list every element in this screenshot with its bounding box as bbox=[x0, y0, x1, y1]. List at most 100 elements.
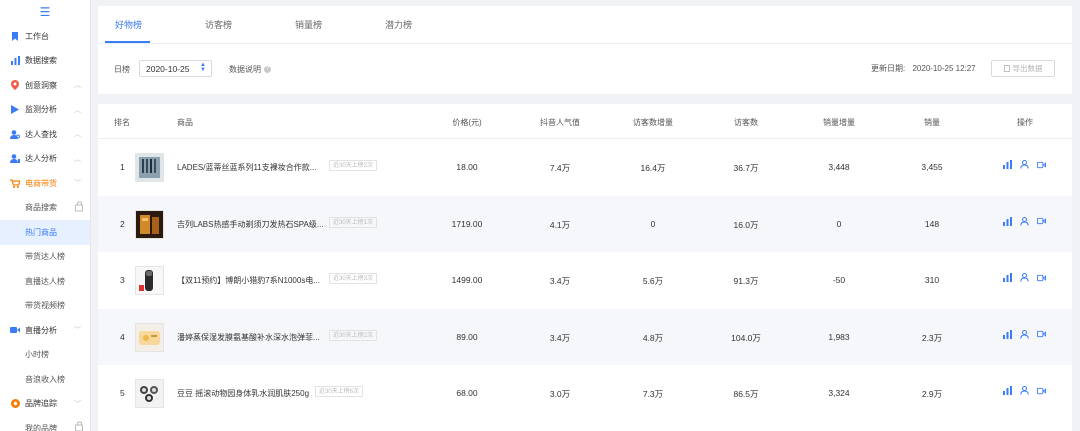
sidebar-item-7[interactable]: 商品搜索 bbox=[0, 196, 90, 221]
visitor-increase-cell: 0 bbox=[650, 218, 656, 229]
table-row[interactable]: 3 【双11预约】博朗小猎豹7系N1000s电... 近30天上榜3次 1499.00… bbox=[98, 252, 1072, 308]
sidebar-item-11[interactable]: 带货视频榜 bbox=[0, 294, 90, 319]
export-button[interactable]: 导出数据 bbox=[991, 60, 1055, 77]
user-icon[interactable] bbox=[1020, 216, 1029, 226]
user-analysis-icon bbox=[10, 154, 20, 164]
lock-icon bbox=[75, 421, 83, 431]
brand-icon bbox=[10, 399, 20, 409]
date-value: 2020-10-25 bbox=[146, 63, 190, 74]
sidebar-item-2[interactable]: 创意洞察 ︿ bbox=[0, 73, 90, 98]
sidebar-item-16[interactable]: 我的品牌 bbox=[0, 416, 90, 431]
sidebar-item-9[interactable]: 带货达人榜 bbox=[0, 245, 90, 270]
tab-visitors[interactable]: 访客榜 bbox=[205, 18, 232, 31]
header-popularity: 抖音人气值 bbox=[540, 118, 580, 127]
help-icon[interactable]: ? bbox=[264, 65, 271, 73]
sales-increase-cell: 3,448 bbox=[828, 162, 850, 172]
sidebar-item-label: 达人查找 bbox=[25, 129, 57, 139]
user-icon[interactable] bbox=[1020, 273, 1029, 282]
ranking-count-badge: 近30天上榜3次 bbox=[329, 273, 378, 284]
video-icon[interactable] bbox=[1037, 330, 1046, 339]
ranking-count-badge: 近30天上榜1次 bbox=[329, 216, 378, 228]
table-header: 排名 商品 价格(元) 抖音人气值 访客数增量 访客数 销量增量 销量 操作 bbox=[98, 104, 1072, 139]
product-name[interactable]: 豆豆 摇滚动物园身体乳水润肌肤250g bbox=[177, 388, 309, 399]
table-row[interactable]: 1 LADES/蓝蒂丝蓝系列11支裸妆合作款... 近30天上榜2次 18.00 7.4… bbox=[98, 139, 1072, 195]
data-description[interactable]: 数据说明 ? bbox=[229, 60, 271, 78]
stepper-icon[interactable]: ▲ ▼ bbox=[200, 62, 206, 73]
video-icon[interactable] bbox=[1037, 386, 1046, 395]
sidebar-item-8[interactable]: 热门商品 bbox=[0, 220, 90, 245]
sidebar-item-label: 音浪收入榜 bbox=[25, 374, 65, 384]
header-sales-increase: 销量增量 bbox=[823, 118, 855, 127]
sidebar-item-13[interactable]: 小时榜 bbox=[0, 343, 90, 368]
sales-increase-cell: -50 bbox=[832, 275, 846, 285]
product-name[interactable]: 【双11预约】博朗小猎豹7系N1000s电... bbox=[177, 275, 320, 286]
product-thumbnail[interactable] bbox=[135, 266, 164, 295]
sidebar-item-label: 电商带货 bbox=[25, 178, 57, 188]
video-icon[interactable] bbox=[1037, 273, 1046, 282]
visitor-increase-cell: 5.6万 bbox=[642, 276, 664, 286]
price-cell: 1719.00 bbox=[451, 218, 483, 229]
product-thumbnail[interactable] bbox=[135, 379, 164, 408]
sidebar-item-10[interactable]: 直播达人榜 bbox=[0, 269, 90, 294]
visitors-cell: 16.0万 bbox=[733, 219, 759, 230]
sidebar-item-label: 热门商品 bbox=[25, 227, 57, 237]
price-cell: 89.00 bbox=[456, 331, 478, 342]
bar-chart-icon[interactable] bbox=[1003, 386, 1012, 395]
user-icon[interactable] bbox=[1020, 160, 1029, 169]
table-row[interactable]: 2 吉列LABS热感手动剃须刀发热石SPA级... 近30天上榜1次 1719.00 4… bbox=[98, 195, 1072, 252]
sales-cell: 2.3万 bbox=[921, 332, 943, 343]
sales-cell: 3,455 bbox=[921, 162, 943, 172]
bar-chart-icon[interactable] bbox=[1003, 160, 1012, 169]
location-pin-icon bbox=[10, 80, 20, 91]
row-actions bbox=[1003, 216, 1046, 226]
sidebar-item-5[interactable]: 达人分析 ︿ bbox=[0, 147, 90, 172]
bar-chart-icon[interactable] bbox=[1003, 273, 1012, 282]
table-row[interactable]: 5 豆豆 摇滚动物园身体乳水润肌肤250g 近30天上榜6次 68.00 3.0万 7.3… bbox=[98, 365, 1072, 421]
sidebar-item-15[interactable]: 品牌追踪 ﹀ bbox=[0, 392, 90, 417]
user-icon[interactable] bbox=[1020, 329, 1029, 339]
bookmark-icon bbox=[10, 31, 20, 41]
sidebar-item-6[interactable]: 电商带货 ﹀ bbox=[0, 171, 90, 196]
header-rank: 排名 bbox=[114, 118, 130, 127]
product-thumbnail[interactable] bbox=[135, 209, 164, 239]
sidebar-item-label: 品牌追踪 bbox=[25, 399, 57, 409]
product-thumbnail[interactable] bbox=[135, 153, 164, 182]
visitor-increase-cell: 16.4万 bbox=[640, 163, 666, 173]
sidebar-item-4[interactable]: 达人查找 ︿ bbox=[0, 122, 90, 147]
sidebar-item-label: 直播分析 bbox=[25, 325, 57, 335]
visitor-increase-cell: 7.3万 bbox=[642, 389, 664, 399]
active-tab-indicator bbox=[105, 41, 150, 43]
lock-icon bbox=[75, 201, 83, 212]
tab-good-products[interactable]: 好物榜 bbox=[115, 18, 142, 31]
sidebar: ☰ 工作台 数据搜索 创意洞察 ︿ 监测分析 ︿ 达人查找 ︿ 达人分析 ︿ 电商带货 ﹀ 商品搜索 热门… bbox=[0, 0, 91, 431]
user-icon[interactable] bbox=[1020, 386, 1029, 395]
sidebar-item-3[interactable]: 监测分析 ︿ bbox=[0, 98, 90, 123]
sidebar-item-12[interactable]: 直播分析 ﹀ bbox=[0, 318, 90, 343]
product-thumbnail[interactable] bbox=[135, 322, 164, 352]
bar-chart-icon[interactable] bbox=[1003, 329, 1012, 339]
video-icon[interactable] bbox=[1037, 160, 1046, 169]
video-icon[interactable] bbox=[1037, 217, 1046, 226]
tab-sales[interactable]: 销量榜 bbox=[295, 18, 322, 31]
sidebar-item-label: 工作台 bbox=[25, 31, 49, 41]
sales-cell: 148 bbox=[924, 218, 940, 229]
product-name[interactable]: 吉列LABS热感手动剃须刀发热石SPA级... bbox=[177, 219, 324, 230]
menu-icon[interactable]: ☰ bbox=[0, 0, 90, 24]
product-name[interactable]: LADES/蓝蒂丝蓝系列11支裸妆合作款... bbox=[177, 162, 316, 173]
export-label: 导出数据 bbox=[1012, 64, 1043, 73]
bar-chart-icon[interactable] bbox=[1003, 216, 1012, 226]
update-date: 更新日期: 2020-10-25 12:27 bbox=[871, 63, 976, 74]
sidebar-item-label: 带货视频榜 bbox=[25, 301, 65, 311]
sidebar-item-0[interactable]: 工作台 bbox=[0, 24, 90, 49]
sidebar-item-1[interactable]: 数据搜索 bbox=[0, 49, 90, 74]
period-label: 日榜 bbox=[114, 64, 130, 74]
sidebar-item-14[interactable]: 音浪收入榜 bbox=[0, 367, 90, 392]
sidebar-item-label: 带货达人榜 bbox=[25, 252, 65, 262]
tab-potential[interactable]: 潜力榜 bbox=[385, 18, 412, 31]
date-select[interactable]: 2020-10-25 ▲ ▼ bbox=[139, 60, 212, 77]
product-name[interactable]: 潘婷蒸保湿发膜氨基酸补水深水泡弹菲... bbox=[177, 332, 320, 343]
price-cell: 68.00 bbox=[456, 388, 478, 398]
visitors-cell: 36.7万 bbox=[733, 163, 759, 173]
chevron-up-icon: ︿ bbox=[74, 155, 81, 163]
table-row[interactable]: 4 潘婷蒸保湿发膜氨基酸补水深水泡弹菲... 近30天上榜2次 89.00 3.4万 4.… bbox=[98, 308, 1072, 365]
